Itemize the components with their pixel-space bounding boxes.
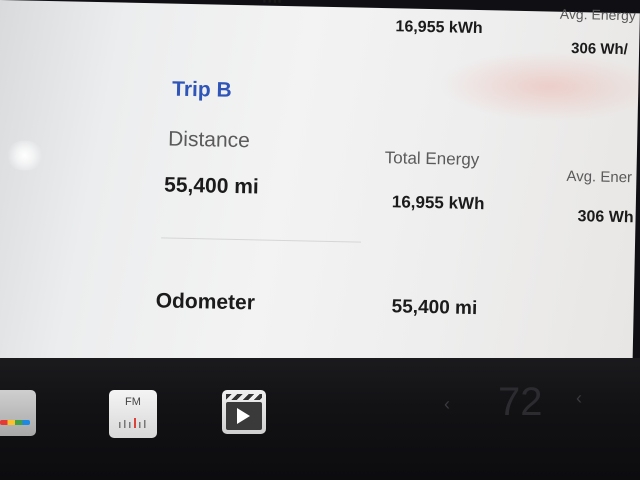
fm-label: FM (125, 396, 141, 408)
screen-reflection (437, 49, 640, 124)
trip-a-avg-energy-value: 306 Wh/ (570, 39, 628, 59)
media-player-icon[interactable] (222, 390, 266, 434)
play-icon (237, 408, 250, 424)
trip-b-distance-value: 55,400 mi (163, 173, 259, 199)
clapperboard-icon (226, 394, 262, 400)
app-launcher-icon[interactable] (0, 390, 36, 436)
fm-dial-icon (119, 418, 146, 428)
vehicle-display: mi 16,955 kWh Avg. Energy 306 Wh/ Trip B… (0, 0, 640, 480)
temp-decrease-chevron-icon[interactable]: ‹ (444, 394, 450, 415)
trip-b-total-energy-value: 16,955 kWh (391, 192, 485, 214)
app-launcher-color-bar (0, 420, 30, 425)
trips-panel: mi 16,955 kWh Avg. Energy 306 Wh/ Trip B… (0, 0, 640, 372)
screen-glare (4, 140, 45, 171)
trip-a-distance-value: mi (262, 0, 282, 8)
trip-a-avg-energy-label: Avg. Energy (559, 5, 637, 24)
bottom-dock: FM ‹ 72 ‹ (0, 358, 640, 480)
trip-b-avg-energy-label: Avg. Ener (566, 167, 633, 187)
trip-b-avg-energy-value: 306 Wh (577, 208, 634, 227)
temp-increase-chevron-icon[interactable]: ‹ (576, 388, 582, 409)
odometer-label: Odometer (155, 289, 256, 315)
trip-b-distance-label: Distance (167, 127, 251, 153)
trip-a-total-energy-value: 16,955 kWh (395, 18, 483, 38)
trip-b-total-energy-label: Total Energy (384, 148, 480, 170)
trip-b-title[interactable]: Trip B (172, 78, 232, 103)
temperature-value[interactable]: 72 (498, 380, 543, 425)
fm-radio-icon[interactable]: FM (109, 390, 157, 438)
section-divider (161, 237, 362, 243)
odometer-value: 55,400 mi (391, 296, 478, 320)
